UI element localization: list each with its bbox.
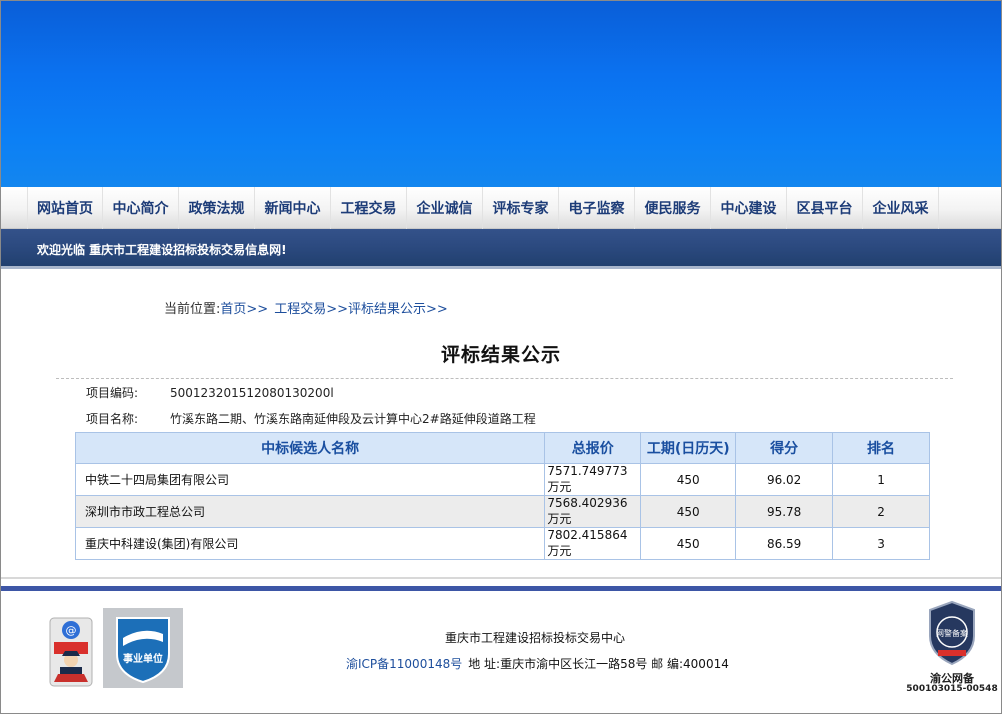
project-name-row: 项目名称: 竹溪东路二期、竹溪东路南延伸段及云计算中心2#路延伸段道路工程 [86, 410, 536, 427]
table-header-row: 中标候选人名称 总报价 工期(日历天) 得分 排名 [74, 432, 930, 464]
cell-rank: 3 [832, 527, 930, 560]
nav-item-credit[interactable]: 企业诚信 [407, 187, 483, 229]
breadcrumb-prefix: 当前位置: [164, 302, 221, 317]
nav-item-districts[interactable]: 区县平台 [787, 187, 863, 229]
nav-item-about[interactable]: 中心简介 [103, 187, 179, 229]
net-badge-code: 500103015-00548 [906, 684, 998, 694]
table-row: 重庆中科建设(集团)有限公司 7802.415864万元 450 86.59 3 [74, 527, 930, 560]
nav-list: 网站首页 中心简介 政策法规 新闻中心 工程交易 企业诚信 评标专家 电子监察 … [27, 187, 939, 229]
nav-item-home[interactable]: 网站首页 [27, 187, 103, 229]
cell-rank: 1 [832, 463, 930, 496]
col-header-rank: 排名 [832, 432, 930, 464]
nav-item-policy[interactable]: 政策法规 [179, 187, 255, 229]
footer-divider-blue [1, 586, 1001, 591]
cell-company: 深圳市市政工程总公司 [74, 495, 546, 528]
col-header-company: 中标候选人名称 [74, 432, 546, 464]
welcome-text: 欢迎光临 重庆市工程建设招标投标交易信息网! [37, 243, 287, 257]
project-name-value: 竹溪东路二期、竹溪东路南延伸段及云计算中心2#路延伸段道路工程 [170, 412, 536, 426]
cell-price: 7571.749773万元 [544, 463, 642, 496]
main-nav: 网站首页 中心简介 政策法规 新闻中心 工程交易 企业诚信 评标专家 电子监察 … [1, 187, 1001, 229]
breadcrumb-section-link[interactable]: 工程交易>>评标结果公示>> [274, 298, 448, 317]
police-badge-icon[interactable]: @ [48, 616, 94, 688]
unit-badge-label: 事业单位 [123, 652, 163, 665]
public-institution-badge-icon[interactable]: 事业单位 [103, 608, 183, 688]
table-row: 深圳市市政工程总公司 7568.402936万元 450 95.78 2 [74, 495, 930, 528]
col-header-days: 工期(日历天) [640, 432, 737, 464]
cell-days: 450 [640, 527, 737, 560]
cell-company: 中铁二十四局集团有限公司 [74, 463, 546, 496]
nav-item-showcase[interactable]: 企业风采 [863, 187, 939, 229]
footer-org-name: 重庆市工程建设招标投标交易中心 [444, 631, 625, 645]
icp-record-link[interactable]: 渝ICP备11000148号 [346, 655, 462, 672]
col-header-score: 得分 [735, 432, 834, 464]
footer-divider-gray [1, 577, 1001, 579]
breadcrumb-home-link[interactable]: 首页>> [220, 298, 268, 317]
table-row: 中铁二十四局集团有限公司 7571.749773万元 450 96.02 1 [74, 463, 930, 496]
welcome-bar: 欢迎光临 重庆市工程建设招标投标交易信息网! [1, 229, 1001, 269]
dashed-divider [56, 378, 953, 379]
breadcrumb: 当前位置: 首页>> 工程交易>>评标结果公示>> [164, 298, 448, 317]
cell-days: 450 [640, 463, 737, 496]
cell-days: 450 [640, 495, 737, 528]
cell-score: 96.02 [735, 463, 834, 496]
project-name-label: 项目名称: [86, 412, 139, 426]
nav-item-construction[interactable]: 中心建设 [711, 187, 787, 229]
page-title: 评标结果公示 [440, 344, 561, 366]
cell-price: 7802.415864万元 [544, 527, 642, 560]
project-code-label: 项目编码: [86, 386, 139, 400]
col-header-price: 总报价 [544, 432, 642, 464]
project-code-row: 项目编码: 500123201512080130200l [86, 384, 334, 401]
footer-address: 地 址:重庆市渝中区长江一路58号 邮 编:400014 [468, 657, 729, 671]
nav-item-trading[interactable]: 工程交易 [331, 187, 407, 229]
nav-item-news[interactable]: 新闻中心 [255, 187, 331, 229]
cell-rank: 2 [832, 495, 930, 528]
footer-contact-line: 渝ICP备11000148号 地 址:重庆市渝中区长江一路58号 邮 编:400… [346, 655, 729, 672]
header-banner [1, 1, 1001, 187]
net-badge-seal-text: 网警备案 [936, 628, 968, 638]
nav-item-services[interactable]: 便民服务 [635, 187, 711, 229]
results-table: 中标候选人名称 总报价 工期(日历天) 得分 排名 中铁二十四局集团有限公司 7… [74, 432, 930, 560]
cell-price: 7568.402936万元 [544, 495, 642, 528]
nav-item-experts[interactable]: 评标专家 [483, 187, 559, 229]
project-code-value: 500123201512080130200l [170, 386, 334, 400]
cell-score: 86.59 [735, 527, 834, 560]
cell-score: 95.78 [735, 495, 834, 528]
cell-company: 重庆中科建设(集团)有限公司 [74, 527, 546, 560]
nav-item-supervision[interactable]: 电子监察 [559, 187, 635, 229]
